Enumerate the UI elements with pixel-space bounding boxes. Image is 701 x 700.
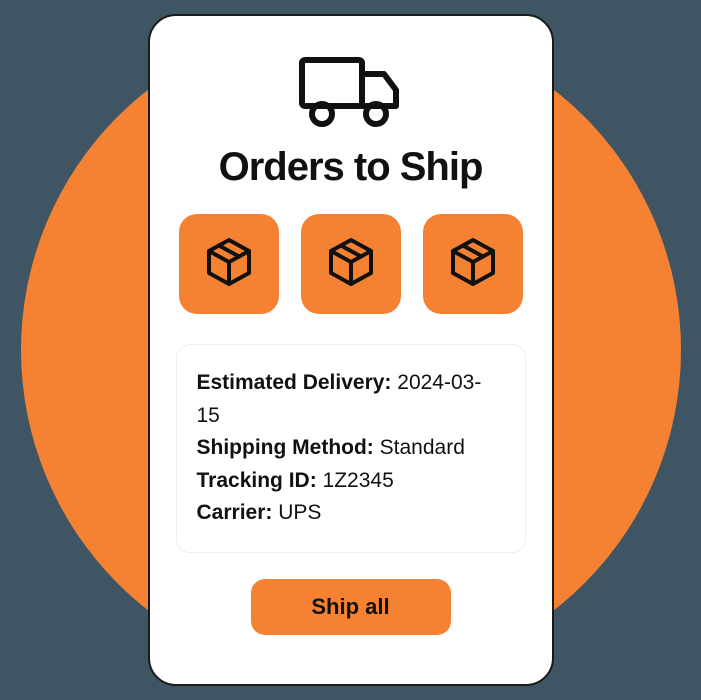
package-icon: [201, 234, 257, 295]
package-icon: [323, 234, 379, 295]
orders-card: Orders to Ship: [148, 14, 554, 686]
tracking-id-value: 1Z2345: [323, 469, 394, 492]
estimated-delivery-row: Estimated Delivery: 2024-03-15: [197, 367, 505, 432]
card-title: Orders to Ship: [219, 145, 483, 190]
package-tile[interactable]: [301, 214, 401, 314]
ship-all-button[interactable]: Ship all: [251, 579, 451, 635]
package-icon: [445, 234, 501, 295]
package-tile[interactable]: [423, 214, 523, 314]
shipping-method-row: Shipping Method: Standard: [197, 432, 505, 465]
tracking-id-label: Tracking ID:: [197, 469, 317, 492]
shipping-method-label: Shipping Method:: [197, 436, 374, 459]
carrier-value: UPS: [278, 501, 321, 524]
carrier-label: Carrier:: [197, 501, 273, 524]
shipping-details: Estimated Delivery: 2024-03-15 Shipping …: [176, 344, 526, 553]
tracking-id-row: Tracking ID: 1Z2345: [197, 465, 505, 498]
carrier-row: Carrier: UPS: [197, 497, 505, 530]
truck-icon: [296, 52, 406, 135]
estimated-delivery-label: Estimated Delivery:: [197, 371, 392, 394]
package-tile[interactable]: [179, 214, 279, 314]
shipping-method-value: Standard: [380, 436, 465, 459]
package-row: [179, 214, 523, 314]
